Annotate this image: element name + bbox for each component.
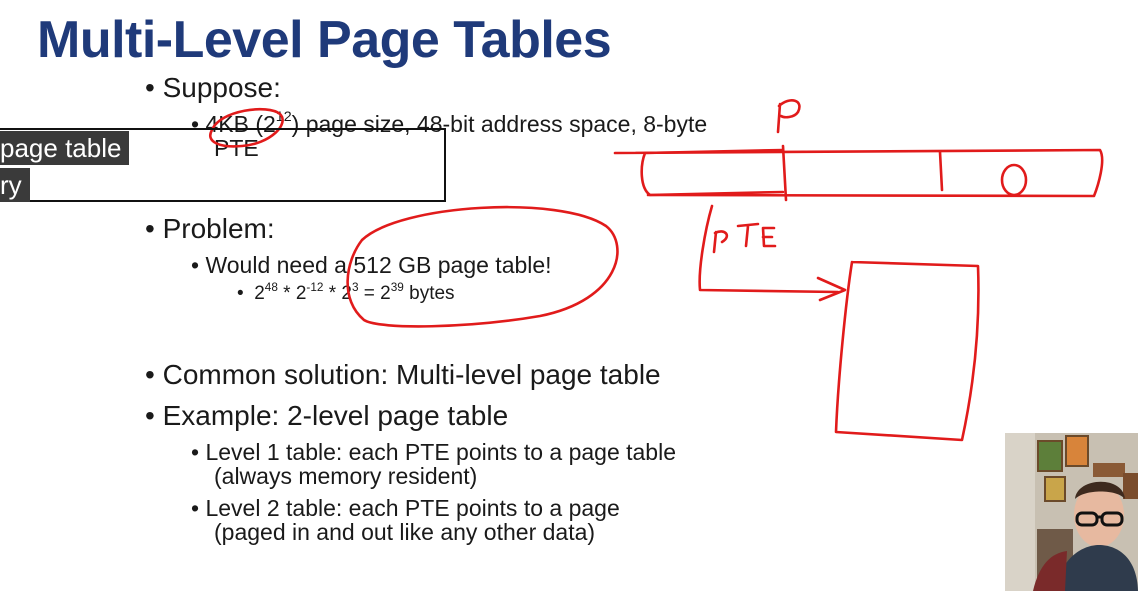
bullet-dot: • — [145, 213, 163, 244]
bullet-text: Suppose: — [162, 72, 281, 103]
bullet-level2-cont: (paged in and out like any other data) — [214, 519, 596, 545]
ink-level2-table — [834, 260, 980, 442]
superscript: 3 — [351, 281, 359, 294]
bullet-text: Level 1 table: each PTE points to a page… — [205, 439, 676, 465]
webcam-feed — [1005, 433, 1138, 591]
ink-bar-inner-top — [643, 148, 785, 155]
ink-letter-p — [776, 99, 801, 134]
text-part: * 2 — [277, 283, 307, 304]
bullet-example: • Example: 2-level page table — [145, 400, 508, 432]
ink-bar-divider-1 — [781, 144, 788, 202]
ink-arrow-head — [816, 276, 847, 302]
slide-title: Multi-Level Page Tables — [37, 11, 612, 69]
ink-bar-inner-bottom — [646, 190, 785, 197]
ink-letter-o — [1000, 163, 1028, 197]
superscript: 12 — [275, 109, 292, 125]
ink-arrow-line — [698, 204, 840, 294]
ink-bar-divider-2 — [938, 150, 944, 192]
bullet-text: Problem: — [162, 213, 275, 244]
superscript: 48 — [264, 281, 278, 294]
text-part: * 2 — [323, 283, 352, 304]
bullet-dot: • — [145, 72, 163, 103]
bullet-level1: • Level 1 table: each PTE points to a pa… — [191, 439, 676, 466]
bullet-suppose: • Suppose: — [145, 72, 281, 104]
superscript: -12 — [306, 281, 324, 294]
bullet-problem: • Problem: — [145, 213, 275, 245]
bullet-dot: • — [191, 439, 206, 465]
bullet-dot: • — [191, 252, 206, 278]
caption-line-2: ry — [0, 168, 30, 202]
ink-text-pte — [712, 222, 777, 254]
bullet-level2: • Level 2 table: each PTE points to a pa… — [191, 495, 620, 522]
slide: Multi-Level Page Tables • Suppose: • 4KB… — [0, 0, 1138, 591]
webcam-image — [1005, 433, 1138, 591]
bullet-problem-sub: • Would need a 512 GB page table! — [191, 252, 552, 279]
bullet-common-solution: • Common solution: Multi-level page tabl… — [145, 359, 661, 391]
bullet-text: Common solution: Multi-level page table — [162, 359, 661, 390]
text-part: = 2 — [358, 283, 391, 304]
bullet-calc: • 248 * 2-12 * 23 = 239 bytes — [237, 281, 455, 305]
bullet-dot: • — [145, 359, 163, 390]
superscript: 39 — [390, 281, 404, 294]
bullet-dot: • — [237, 283, 255, 304]
bullet-text: Example: 2-level page table — [162, 400, 509, 431]
bullet-text: Level 2 table: each PTE points to a page — [205, 495, 620, 521]
bullet-dot: • — [191, 495, 206, 521]
text-part: bytes — [403, 283, 455, 304]
caption-line-1: page table — [0, 131, 130, 165]
text-part: 2 — [254, 283, 265, 304]
bullet-dot: • — [145, 400, 163, 431]
bullet-text: Would need a 512 GB page table! — [205, 252, 552, 278]
ink-address-bar — [613, 148, 1104, 198]
bullet-level1-cont: (always memory resident) — [214, 463, 478, 489]
